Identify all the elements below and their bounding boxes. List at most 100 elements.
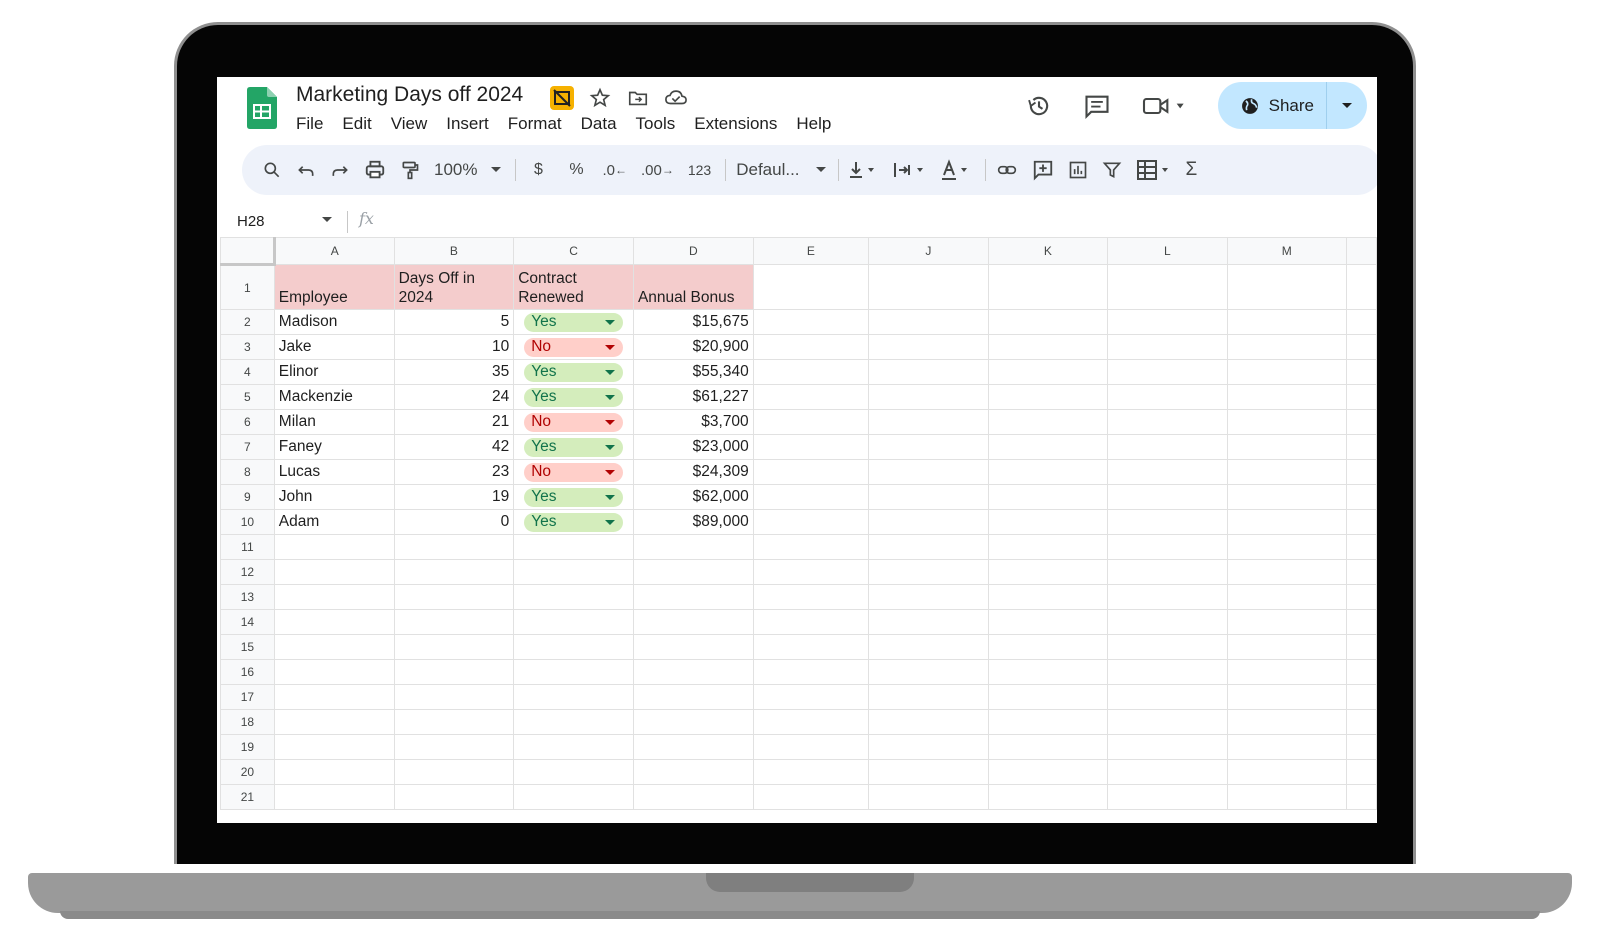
cell[interactable]	[1107, 534, 1228, 560]
cell[interactable]	[513, 709, 634, 735]
cell[interactable]	[393, 559, 515, 585]
employee-cell[interactable]: Jake	[273, 334, 395, 360]
currency-format-button[interactable]: $	[526, 155, 550, 185]
cloud-status-icon[interactable]	[664, 86, 688, 110]
cell[interactable]	[393, 634, 515, 660]
employee-cell[interactable]: Milan	[273, 409, 395, 435]
cell[interactable]	[273, 634, 395, 660]
cell[interactable]	[752, 709, 870, 735]
cell[interactable]	[752, 534, 870, 560]
cell[interactable]	[1107, 359, 1228, 385]
cell[interactable]	[752, 484, 870, 510]
row-header[interactable]: 4	[220, 359, 275, 385]
cell[interactable]	[1346, 334, 1377, 360]
cell[interactable]	[513, 734, 634, 760]
cell[interactable]	[987, 684, 1109, 710]
cell[interactable]	[868, 734, 989, 760]
cell[interactable]	[1226, 559, 1348, 585]
meet-icon[interactable]	[1140, 91, 1190, 121]
undo-icon[interactable]	[296, 155, 316, 185]
cell[interactable]	[752, 559, 870, 585]
row-header[interactable]: 10	[220, 509, 275, 535]
menu-data[interactable]: Data	[581, 114, 617, 134]
vertical-align-icon[interactable]	[849, 155, 879, 185]
cell[interactable]	[513, 559, 634, 585]
cell[interactable]	[273, 684, 395, 710]
cell[interactable]	[987, 734, 1109, 760]
employee-cell[interactable]: Adam	[273, 509, 395, 535]
cell[interactable]	[632, 584, 754, 610]
cell[interactable]	[752, 434, 870, 460]
number-format-button[interactable]: 123	[688, 155, 711, 185]
print-icon[interactable]	[364, 155, 386, 185]
cell[interactable]	[1346, 459, 1377, 485]
cell[interactable]	[1346, 684, 1377, 710]
status-dropdown-chip[interactable]: No	[524, 462, 623, 482]
cell[interactable]	[987, 484, 1109, 510]
cell[interactable]	[752, 384, 870, 410]
row-header[interactable]: 1	[220, 264, 275, 310]
history-icon[interactable]	[1024, 91, 1054, 121]
select-all-corner[interactable]	[220, 237, 276, 266]
employee-cell[interactable]: Madison	[273, 309, 395, 335]
cell[interactable]	[513, 759, 634, 785]
cell[interactable]	[1346, 534, 1377, 560]
cell[interactable]	[1107, 384, 1228, 410]
cell[interactable]	[1226, 409, 1348, 435]
menu-extensions[interactable]: Extensions	[694, 114, 777, 134]
cell[interactable]	[1346, 609, 1377, 635]
cell[interactable]	[1107, 709, 1228, 735]
employee-cell[interactable]: Mackenzie	[273, 384, 395, 410]
cell[interactable]	[752, 609, 870, 635]
cell[interactable]	[1226, 359, 1348, 385]
row-header[interactable]: 5	[220, 384, 275, 410]
row-header[interactable]: 21	[220, 784, 275, 810]
annual-bonus-cell[interactable]: $61,227	[632, 384, 754, 410]
cell[interactable]	[752, 659, 870, 685]
search-icon[interactable]	[262, 155, 282, 185]
contract-renewed-cell[interactable]: Yes	[513, 309, 634, 335]
cell[interactable]	[273, 609, 395, 635]
cell[interactable]	[1226, 534, 1348, 560]
status-dropdown-chip[interactable]: Yes	[524, 512, 623, 532]
row-header[interactable]: 13	[220, 584, 275, 610]
cell[interactable]	[273, 659, 395, 685]
cell[interactable]	[393, 734, 515, 760]
chart-icon[interactable]	[1068, 155, 1088, 185]
cell[interactable]	[868, 434, 989, 460]
cell[interactable]	[752, 584, 870, 610]
status-dropdown-chip[interactable]: Yes	[524, 387, 623, 407]
cell[interactable]	[1346, 734, 1377, 760]
row-header[interactable]: 19	[220, 734, 275, 760]
row-header[interactable]: 16	[220, 659, 275, 685]
name-box[interactable]: H28	[237, 210, 347, 232]
share-button[interactable]: Share	[1217, 82, 1367, 129]
cell[interactable]	[1226, 609, 1348, 635]
annual-bonus-cell[interactable]: $55,340	[632, 359, 754, 385]
cell[interactable]	[868, 784, 989, 810]
cell[interactable]	[513, 784, 634, 810]
cell[interactable]	[752, 634, 870, 660]
cell[interactable]	[273, 734, 395, 760]
employee-cell[interactable]: John	[273, 484, 395, 510]
annual-bonus-cell[interactable]: $62,000	[632, 484, 754, 510]
cell[interactable]	[1346, 659, 1377, 685]
cell[interactable]	[513, 534, 634, 560]
cell[interactable]	[752, 684, 870, 710]
folder-move-icon[interactable]	[626, 86, 650, 110]
days-off-cell[interactable]: 5	[393, 309, 515, 335]
row-header[interactable]: 20	[220, 759, 275, 785]
contract-renewed-cell[interactable]: No	[513, 459, 634, 485]
column-header[interactable]	[1346, 237, 1377, 265]
cell[interactable]	[1226, 584, 1348, 610]
cell[interactable]	[1226, 309, 1348, 335]
cell[interactable]	[1226, 784, 1348, 810]
annual-bonus-cell[interactable]: $20,900	[632, 334, 754, 360]
cell[interactable]	[1346, 384, 1377, 410]
cell[interactable]	[987, 634, 1109, 660]
cell[interactable]	[632, 759, 754, 785]
cell[interactable]	[393, 784, 515, 810]
cell[interactable]	[1346, 434, 1377, 460]
cell[interactable]	[513, 684, 634, 710]
cell[interactable]	[987, 534, 1109, 560]
